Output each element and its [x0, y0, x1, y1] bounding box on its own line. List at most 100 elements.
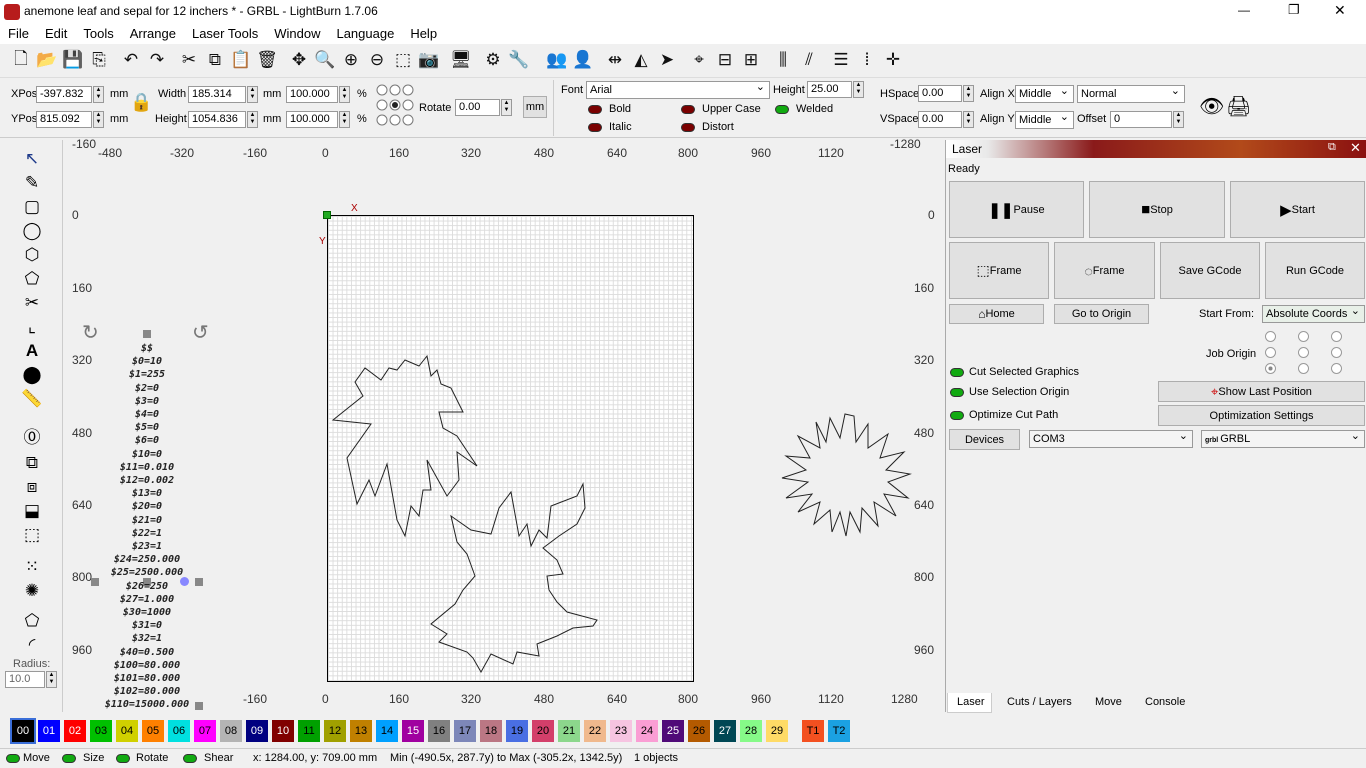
rotate-input[interactable]: 0.00: [455, 99, 500, 116]
copy-icon[interactable]: ⧉: [204, 49, 226, 71]
move-icon[interactable]: ✥: [288, 49, 310, 71]
select-frame-icon[interactable]: ⬚: [392, 49, 414, 71]
layer-swatch-00[interactable]: 00: [10, 718, 36, 744]
align-icon[interactable]: ⊟: [714, 49, 736, 71]
text-tool-icon[interactable]: A: [20, 340, 44, 362]
job-origin-radio[interactable]: [1265, 347, 1276, 358]
ypos-input[interactable]: 815.092: [36, 111, 92, 128]
preview-icon[interactable]: 👁: [1199, 94, 1224, 119]
rectangle-icon[interactable]: ▢: [20, 196, 44, 218]
layer-swatch-20[interactable]: 20: [532, 720, 554, 742]
zoom-fit-icon[interactable]: 🔍: [314, 49, 336, 71]
font-height-input[interactable]: 25.00: [807, 81, 852, 98]
show-last-position-button[interactable]: ⌖ Show Last Position: [1158, 381, 1365, 402]
save-icon[interactable]: 💾: [62, 49, 84, 71]
height-percent-spinner[interactable]: ▲ ▼: [339, 111, 350, 128]
undo-icon[interactable]: ↶: [120, 49, 142, 71]
radius-input[interactable]: 10.0: [5, 671, 45, 688]
corner-tool-icon[interactable]: ⬠: [20, 610, 44, 632]
space-vertical-icon[interactable]: ☰: [830, 49, 852, 71]
font-height-spinner[interactable]: ▲ ▼: [853, 81, 864, 98]
zoom-in-icon[interactable]: ⊕: [340, 49, 362, 71]
font-select[interactable]: Arial: [586, 79, 770, 99]
rotate-toggle[interactable]: [116, 754, 130, 763]
vspace-input[interactable]: 0.00: [918, 111, 962, 128]
optimization-settings-button[interactable]: Optimization Settings: [1158, 405, 1365, 426]
devices-button[interactable]: Devices: [949, 429, 1020, 450]
mirror-icon[interactable]: ◭: [630, 49, 652, 71]
corner-bracket-icon[interactable]: ⌞: [20, 316, 44, 338]
layer-swatch-04[interactable]: 04: [116, 720, 138, 742]
space-horizontal-icon[interactable]: ⦙: [856, 49, 878, 71]
frame-circle-button[interactable]: ◌ Frame: [1054, 242, 1155, 299]
camera-icon[interactable]: 📷: [418, 49, 440, 71]
bold-toggle[interactable]: [588, 105, 602, 114]
settings-gear-icon[interactable]: ⚙: [482, 49, 504, 71]
settings-text-block[interactable]: $$ $0=10 $1=255 $2=0 $3=0 $4=0 $5=0 $6=0…: [94, 342, 200, 712]
offset-shape-icon[interactable]: ⓪: [20, 424, 44, 447]
tab-console[interactable]: Console: [1145, 696, 1185, 708]
size-toggle[interactable]: [62, 754, 76, 763]
layer-swatch-15[interactable]: 15: [402, 720, 424, 742]
flip-horizontal-icon[interactable]: ⇹: [604, 49, 626, 71]
position-pin-icon[interactable]: ⬤: [20, 364, 44, 386]
stop-button[interactable]: ■ Stop: [1089, 181, 1225, 238]
upper-case-toggle[interactable]: [681, 105, 695, 114]
start-from-select[interactable]: Absolute Coords: [1262, 303, 1365, 323]
align-horizontal-icon[interactable]: ⫽: [798, 49, 820, 71]
round-corner-icon[interactable]: ◜: [20, 634, 44, 656]
job-origin-radio[interactable]: [1298, 331, 1309, 342]
vspace-spinner[interactable]: ▲ ▼: [963, 111, 974, 128]
go-to-origin-button[interactable]: Go to Origin: [1054, 304, 1149, 324]
use-selection-origin-toggle[interactable]: [950, 388, 964, 397]
run-gcode-button[interactable]: Run GCode: [1265, 242, 1365, 299]
layer-swatch-16[interactable]: 16: [428, 720, 450, 742]
menu-help[interactable]: Help: [402, 24, 445, 44]
cut-shape-icon[interactable]: ✂: [20, 292, 44, 314]
ungroup-icon[interactable]: 👤: [572, 49, 594, 71]
cut-selected-toggle[interactable]: [950, 368, 964, 377]
menu-file[interactable]: File: [0, 24, 37, 44]
menu-edit[interactable]: Edit: [37, 24, 75, 44]
boolean-intersect-icon[interactable]: ⬓: [20, 500, 44, 522]
layer-swatch-09[interactable]: 09: [246, 720, 268, 742]
welded-toggle[interactable]: [775, 105, 789, 114]
distribute-icon[interactable]: ⊞: [740, 49, 762, 71]
height-spinner[interactable]: ▲ ▼: [247, 111, 258, 128]
layer-swatch-27[interactable]: 27: [714, 720, 736, 742]
align-y-select[interactable]: Middle: [1015, 109, 1074, 129]
polygon-icon[interactable]: ⬡: [20, 244, 44, 266]
layer-swatch-06[interactable]: 06: [168, 720, 190, 742]
job-origin-radio[interactable]: [1331, 331, 1342, 342]
shear-toggle[interactable]: [183, 754, 197, 763]
menu-laser-tools[interactable]: Laser Tools: [184, 24, 266, 44]
layer-swatch-29[interactable]: 29: [766, 720, 788, 742]
menu-arrange[interactable]: Arrange: [122, 24, 184, 44]
layer-swatch-02[interactable]: 02: [64, 720, 86, 742]
edit-nodes-icon[interactable]: ✎: [20, 172, 44, 194]
layer-swatch-t1[interactable]: T1: [802, 720, 824, 742]
device-select[interactable]: grbl GRBL: [1201, 428, 1365, 448]
xpos-spinner[interactable]: ▲ ▼: [93, 86, 104, 103]
hspace-input[interactable]: 0.00: [918, 85, 962, 102]
offset-spinner[interactable]: ▲ ▼: [1173, 111, 1184, 128]
job-origin-radio[interactable]: [1298, 347, 1309, 358]
new-file-icon[interactable]: 🗋: [10, 49, 32, 71]
design-canvas[interactable]: -160 -480 -320 -160 0 160 320 480 640 80…: [64, 137, 944, 712]
weld-icon[interactable]: ⬚: [20, 524, 44, 546]
move-toggle[interactable]: [6, 754, 20, 763]
width-spinner[interactable]: ▲ ▼: [247, 86, 258, 103]
undock-icon[interactable]: ⧉: [1328, 141, 1336, 154]
delete-icon[interactable]: 🗑: [256, 49, 278, 71]
job-origin-radio-selected[interactable]: [1265, 363, 1276, 374]
text-mode-select[interactable]: Normal: [1077, 83, 1185, 103]
width-percent-spinner[interactable]: ▲ ▼: [339, 86, 350, 103]
cut-icon[interactable]: ✂: [178, 49, 200, 71]
close-button[interactable]: ✕: [1334, 2, 1346, 19]
layer-swatch-21[interactable]: 21: [558, 720, 580, 742]
job-origin-radio[interactable]: [1265, 331, 1276, 342]
layer-swatch-22[interactable]: 22: [584, 720, 606, 742]
center-icon[interactable]: ✛: [882, 49, 904, 71]
open-folder-icon[interactable]: 📂: [36, 49, 58, 71]
boolean-subtract-icon[interactable]: ⧈: [20, 476, 44, 498]
